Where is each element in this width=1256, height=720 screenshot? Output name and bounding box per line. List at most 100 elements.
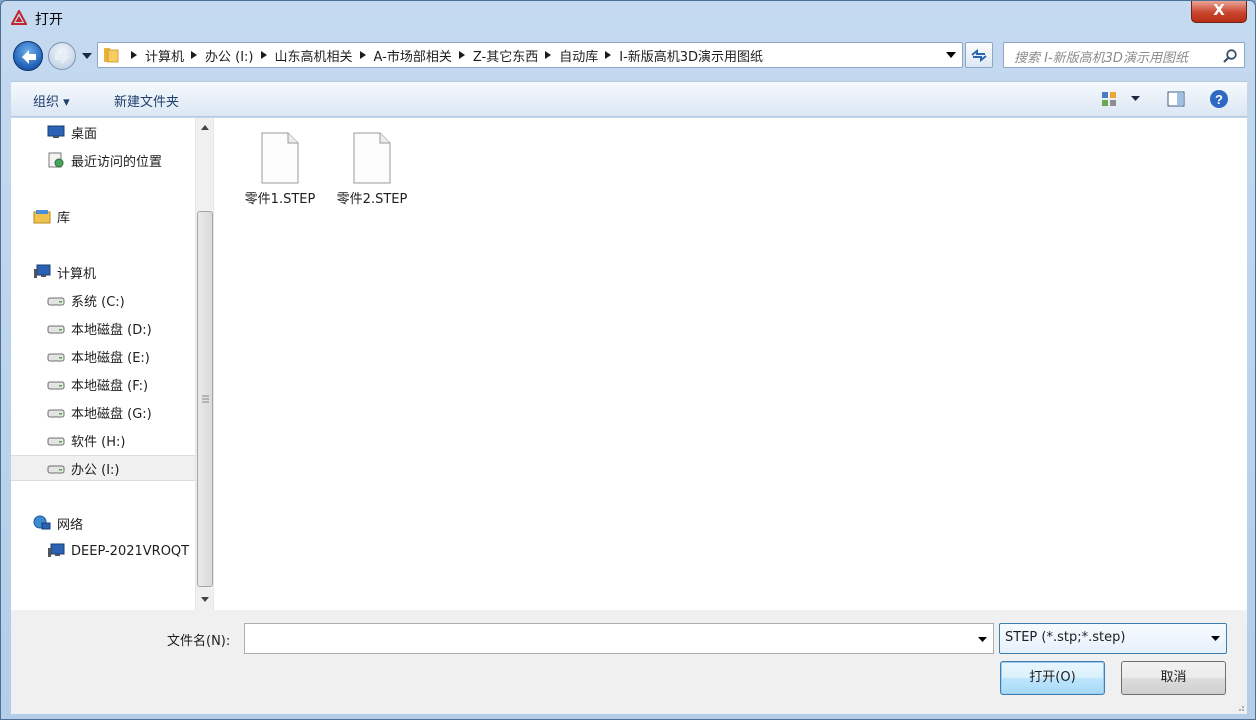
resize-grip-icon[interactable] xyxy=(1235,702,1245,712)
open-button[interactable]: 打开(O) xyxy=(1000,661,1105,695)
file-list[interactable]: 零件1.STEP 零件2.STEP xyxy=(218,118,1247,610)
breadcrumb: 计算机 办公 (I:) 山东高机相关 A-市场部相关 Z-其它东西 自动库 I-新版高机3D… xyxy=(124,43,763,67)
pane-splitter[interactable] xyxy=(213,118,217,610)
search-input[interactable]: 搜索 I-新版高机3D演示用图纸 xyxy=(1003,42,1245,68)
back-button[interactable] xyxy=(13,41,43,71)
drive-icon xyxy=(47,381,65,390)
search-icon[interactable] xyxy=(1222,48,1238,64)
chevron-down-icon[interactable] xyxy=(946,52,956,59)
sidebar-item[interactable]: 本地磁盘 (G:) xyxy=(11,399,195,425)
sidebar-item-label: 最近访问的位置 xyxy=(71,154,163,170)
file-item[interactable]: 零件1.STEP xyxy=(240,130,320,210)
chevron-down-icon[interactable] xyxy=(1211,636,1220,642)
document-icon xyxy=(261,132,299,184)
drive-icon xyxy=(47,437,65,446)
sidebar-item-label: 办公 (I:) xyxy=(71,462,120,478)
file-name: 零件1.STEP xyxy=(244,192,316,207)
search-placeholder: 搜索 I-新版高机3D演示用图纸 xyxy=(1014,51,1188,66)
help-icon[interactable]: ? xyxy=(1209,89,1229,109)
sidebar-item[interactable]: 系统 (C:) xyxy=(11,287,195,313)
drive-icon xyxy=(47,465,65,474)
navigation-scrollbar[interactable] xyxy=(195,118,213,610)
sidebar-item[interactable]: 网络 xyxy=(11,510,195,536)
svg-text:?: ? xyxy=(1215,92,1223,107)
sidebar-item[interactable]: 本地磁盘 (D:) xyxy=(11,315,195,341)
sidebar-item[interactable]: 库 xyxy=(11,203,195,229)
breadcrumb-item[interactable]: 山东高机相关 xyxy=(275,46,353,65)
sidebar-item[interactable]: 计算机 xyxy=(11,259,195,285)
recent-pages-dropdown-icon[interactable] xyxy=(81,51,93,61)
sidebar-item-label: 网络 xyxy=(57,517,84,533)
sidebar-item[interactable]: 最近访问的位置 xyxy=(11,147,195,173)
close-button[interactable]: X xyxy=(1191,1,1247,23)
sidebar-item-label: 本地磁盘 (D:) xyxy=(71,322,152,338)
recent-places-icon xyxy=(48,152,64,168)
breadcrumb-item[interactable]: 办公 (I:) xyxy=(205,46,254,65)
sidebar-item[interactable]: 办公 (I:) xyxy=(11,455,195,481)
breadcrumb-item[interactable]: 计算机 xyxy=(145,46,184,65)
forward-button[interactable] xyxy=(48,42,76,70)
change-view-icon[interactable] xyxy=(1101,91,1117,107)
sidebar-item-label: 软件 (H:) xyxy=(71,434,126,450)
sidebar-item[interactable]: 本地磁盘 (F:) xyxy=(11,371,195,397)
sidebar-item[interactable]: 桌面 xyxy=(11,119,195,145)
close-icon: X xyxy=(1213,1,1225,19)
document-icon xyxy=(353,132,391,184)
file-item[interactable]: 零件2.STEP xyxy=(332,130,412,210)
computer-icon xyxy=(48,543,65,557)
sidebar-item-label: 本地磁盘 (E:) xyxy=(71,350,150,366)
sidebar-item-label: 计算机 xyxy=(57,266,97,282)
drive-icon xyxy=(47,353,65,362)
sidebar-item[interactable]: 软件 (H:) xyxy=(11,427,195,453)
breadcrumb-separator-icon[interactable] xyxy=(544,51,552,59)
breadcrumb-item[interactable]: I-新版高机3D演示用图纸 xyxy=(619,46,763,65)
grip-icon xyxy=(202,395,209,403)
scroll-down-icon[interactable] xyxy=(201,597,209,603)
breadcrumb-item[interactable]: 自动库 xyxy=(559,46,598,65)
arrow-right-icon xyxy=(55,50,69,64)
library-icon xyxy=(33,210,51,224)
breadcrumb-separator-icon[interactable] xyxy=(458,51,466,59)
filename-field[interactable] xyxy=(244,623,994,654)
navigation-pane[interactable]: 桌面最近访问的位置库计算机系统 (C:) 本地磁盘 (D:) 本地磁盘 (E:) 本地… xyxy=(11,118,195,610)
filename-label: 文件名(N): xyxy=(167,634,231,649)
cancel-button[interactable]: 取消 xyxy=(1121,661,1226,695)
open-file-dialog: 打开 X 计算机 办公 (I:) 山东高机相关 A-市场部相关 Z-其它东西 自动库 I-新… xyxy=(0,0,1256,720)
dialog-footer: 文件名(N): STEP (*.stp;*.step) 打开(O) 取消 xyxy=(11,610,1247,714)
command-toolbar: 组织 ▾ 新建文件夹 ? xyxy=(11,81,1247,117)
sidebar-item-label: DEEP-2021VROQT xyxy=(71,543,190,559)
drive-icon xyxy=(47,297,65,306)
app-logo-icon xyxy=(11,10,27,25)
breadcrumb-separator-icon[interactable] xyxy=(260,51,268,59)
breadcrumb-separator-icon[interactable] xyxy=(190,51,198,59)
sidebar-item-label: 系统 (C:) xyxy=(71,294,125,310)
sidebar-item-label: 本地磁盘 (G:) xyxy=(71,406,152,422)
breadcrumb-separator-icon[interactable] xyxy=(130,51,138,59)
breadcrumb-separator-icon[interactable] xyxy=(359,51,367,59)
filetype-select[interactable]: STEP (*.stp;*.step) xyxy=(999,623,1227,654)
scroll-up-icon[interactable] xyxy=(201,125,209,131)
chevron-down-icon[interactable] xyxy=(978,637,987,643)
computer-icon xyxy=(34,264,51,278)
address-bar[interactable]: 计算机 办公 (I:) 山东高机相关 A-市场部相关 Z-其它东西 自动库 I-新版高机3D… xyxy=(97,42,963,68)
view-options-chevron-icon[interactable] xyxy=(1131,96,1140,102)
new-folder-button[interactable]: 新建文件夹 xyxy=(114,91,179,110)
desktop-icon xyxy=(47,125,65,138)
breadcrumb-item[interactable]: A-市场部相关 xyxy=(374,46,452,65)
navigation-bar: 计算机 办公 (I:) 山东高机相关 A-市场部相关 Z-其它东西 自动库 I-新版高机3D… xyxy=(1,37,1255,75)
sidebar-item[interactable]: 本地磁盘 (E:) xyxy=(11,343,195,369)
filetype-value: STEP (*.stp;*.step) xyxy=(1005,630,1126,645)
refresh-button[interactable] xyxy=(965,42,993,68)
title-bar[interactable]: 打开 X xyxy=(1,1,1255,35)
breadcrumb-separator-icon[interactable] xyxy=(604,51,612,59)
folder-icon xyxy=(104,48,119,63)
window-title: 打开 xyxy=(35,12,63,28)
network-icon xyxy=(33,515,51,530)
scrollbar-thumb[interactable] xyxy=(197,211,213,587)
breadcrumb-item[interactable]: Z-其它东西 xyxy=(473,46,538,65)
sidebar-item-label: 本地磁盘 (F:) xyxy=(71,378,149,394)
sidebar-item-label: 桌面 xyxy=(71,126,98,142)
sidebar-item[interactable]: DEEP-2021VROQT xyxy=(11,538,195,564)
organize-button[interactable]: 组织 ▾ xyxy=(33,91,70,110)
preview-pane-icon[interactable] xyxy=(1167,91,1185,107)
